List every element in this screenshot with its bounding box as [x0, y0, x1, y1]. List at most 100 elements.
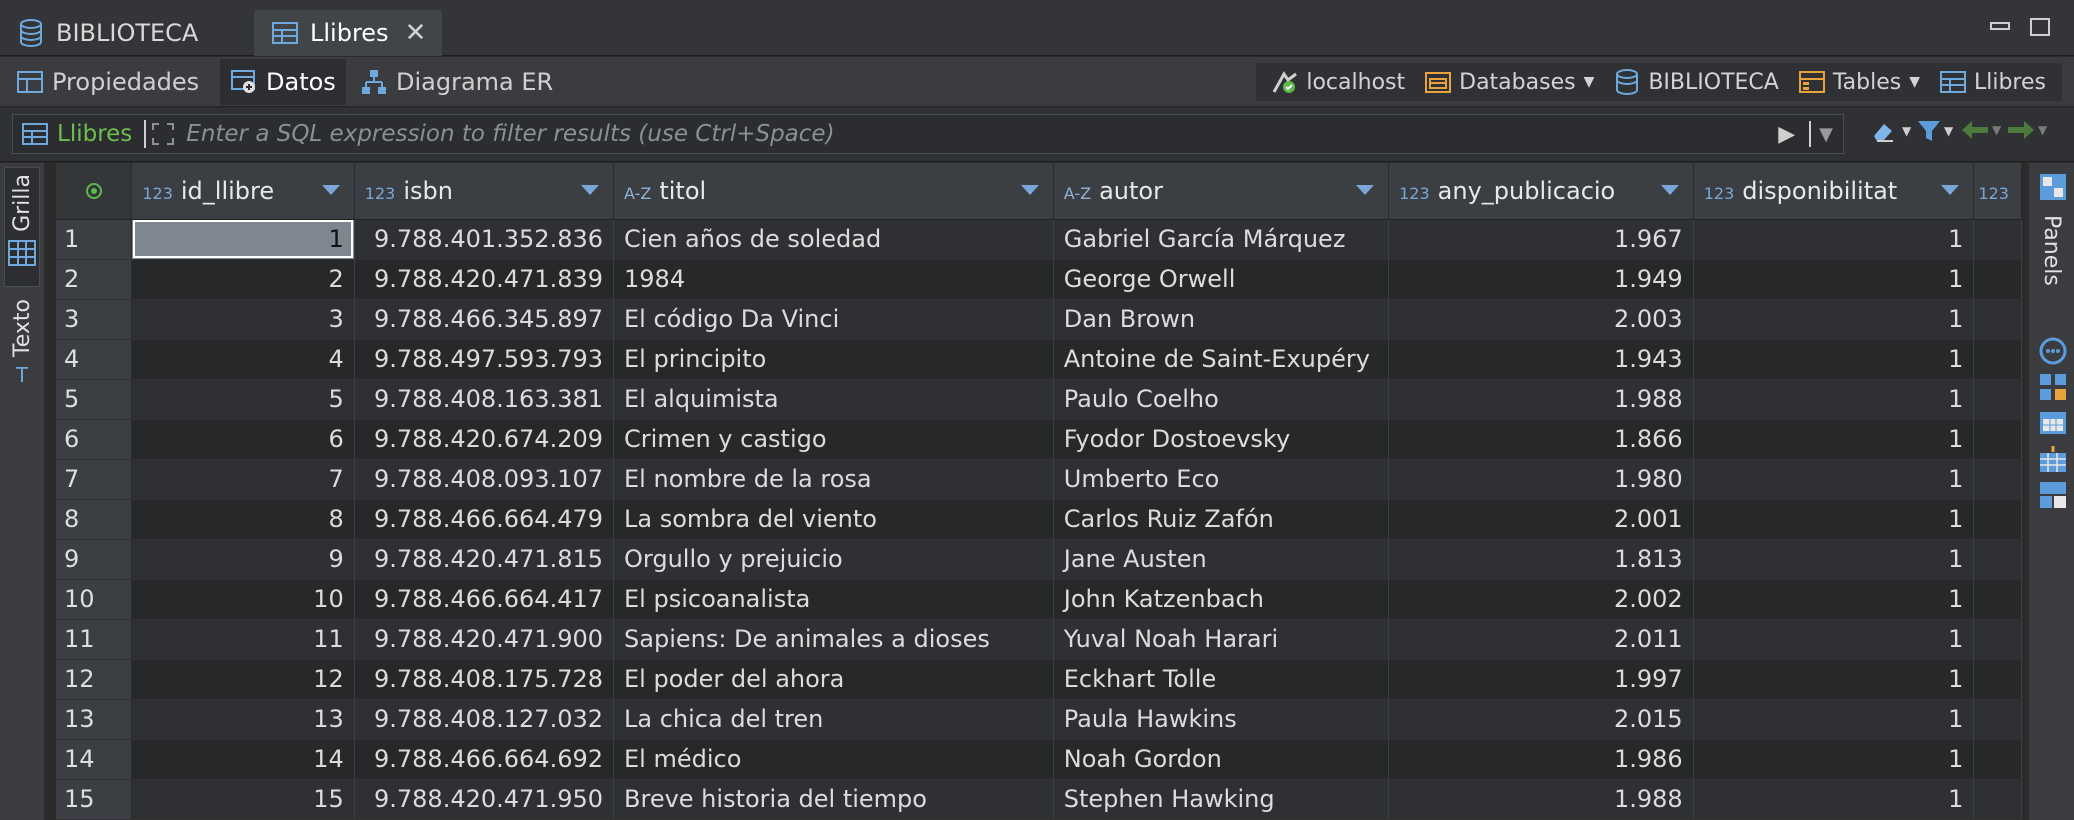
cell-any-publicacio[interactable]: 1.949 — [1388, 259, 1694, 300]
table-row[interactable]: 3 3 9.788.466.345.897 El código Da Vinci Dan… — [56, 299, 2022, 340]
cell-disponibilitat[interactable]: 1 — [1693, 379, 1975, 420]
cell-disponibilitat[interactable]: 1 — [1693, 699, 1975, 740]
cell-autor[interactable]: George Orwell — [1053, 259, 1390, 300]
row-number[interactable]: 7 — [56, 459, 133, 500]
cell-titol[interactable]: El nombre de la rosa — [613, 459, 1054, 500]
cell-id-llibre[interactable]: 9 — [131, 539, 355, 580]
column-header[interactable]: A-Z autor — [1053, 163, 1390, 220]
tab-texto[interactable]: Texto T — [4, 299, 40, 409]
cell-partial[interactable] — [1973, 219, 2022, 260]
table-row[interactable]: 1 1 9.788.401.352.836 Cien años de soledad G… — [56, 219, 2022, 260]
chevron-down-icon[interactable]: ▼ — [1909, 74, 1920, 90]
row-number[interactable]: 3 — [56, 299, 133, 340]
panels-toggle-icon[interactable] — [2039, 173, 2067, 201]
cell-isbn[interactable]: 9.788.420.471.839 — [354, 259, 615, 300]
breadcrumb-databases[interactable]: Databases ▼ — [1425, 69, 1594, 95]
cell-any-publicacio[interactable]: 2.011 — [1388, 619, 1694, 660]
cell-partial[interactable] — [1973, 459, 2022, 500]
cell-autor[interactable]: Eckhart Tolle — [1053, 659, 1390, 700]
column-header[interactable]: 123 isbn — [354, 163, 615, 220]
cell-any-publicacio[interactable]: 1.988 — [1388, 379, 1694, 420]
row-number[interactable]: 11 — [56, 619, 133, 660]
cell-any-publicacio[interactable]: 2.003 — [1388, 299, 1694, 340]
table-row[interactable]: 5 5 9.788.408.163.381 El alquimista Paulo Co… — [56, 379, 2022, 420]
cell-isbn[interactable]: 9.788.466.664.692 — [354, 739, 615, 780]
cell-disponibilitat[interactable]: 1 — [1693, 539, 1975, 580]
table-row[interactable]: 11 11 9.788.420.471.900 Sapiens: De animale… — [56, 619, 2022, 660]
column-header[interactable]: 123 id_llibre — [131, 163, 355, 220]
table-row[interactable]: 14 14 9.788.466.664.692 El médico Noah Gordo… — [56, 739, 2022, 780]
cell-titol[interactable]: El código Da Vinci — [613, 299, 1054, 340]
breadcrumb-biblioteca[interactable]: BIBLIOTECA — [1614, 69, 1779, 95]
cell-disponibilitat[interactable]: 1 — [1693, 739, 1975, 780]
cell-autor[interactable]: Yuval Noah Harari — [1053, 619, 1390, 660]
cell-partial[interactable] — [1973, 419, 2022, 460]
cell-isbn[interactable]: 9.788.497.593.793 — [354, 339, 615, 380]
filter-icon[interactable]: ▼ — [1916, 118, 1953, 144]
sort-arrow-icon[interactable] — [1660, 185, 1679, 195]
references-icon[interactable] — [2039, 481, 2067, 509]
breadcrumb-localhost[interactable]: localhost — [1272, 69, 1405, 95]
cell-titol[interactable]: El médico — [613, 739, 1054, 780]
cell-titol[interactable]: El alquimista — [613, 379, 1054, 420]
cell-disponibilitat[interactable]: 1 — [1693, 259, 1975, 300]
minimize-icon[interactable] — [1990, 22, 2010, 30]
close-icon[interactable]: ✕ — [405, 18, 427, 48]
cell-disponibilitat[interactable]: 1 — [1693, 299, 1975, 340]
cell-id-llibre[interactable]: 4 — [131, 339, 355, 380]
cell-any-publicacio[interactable]: 2.002 — [1388, 579, 1694, 620]
tab-diagrama-er[interactable]: Diagrama ER — [350, 59, 563, 105]
cell-partial[interactable] — [1973, 779, 2022, 820]
cell-isbn[interactable]: 9.788.420.471.900 — [354, 619, 615, 660]
cell-autor[interactable]: Fyodor Dostoevsky — [1053, 419, 1390, 460]
aggregate-icon[interactable] — [2039, 373, 2067, 401]
cell-id-llibre[interactable]: 11 — [131, 619, 355, 660]
column-header[interactable]: 123 disponibilitat — [1693, 163, 1975, 220]
cell-any-publicacio[interactable]: 1.988 — [1388, 779, 1694, 820]
cell-partial[interactable] — [1973, 379, 2022, 420]
cell-titol[interactable]: Orgullo y prejuicio — [613, 539, 1054, 580]
filter-history-dropdown[interactable]: ▼ — [1819, 124, 1833, 145]
table-row[interactable]: 4 4 9.788.497.593.793 El principito Antoine … — [56, 339, 2022, 380]
cell-disponibilitat[interactable]: 1 — [1693, 459, 1975, 500]
cell-isbn[interactable]: 9.788.466.664.479 — [354, 499, 615, 540]
breadcrumb-llibres[interactable]: Llibres — [1939, 69, 2046, 95]
table-row[interactable]: 13 13 9.788.408.127.032 La chica del tren Pa… — [56, 699, 2022, 740]
cell-titol[interactable]: El poder del ahora — [613, 659, 1054, 700]
cell-id-llibre[interactable]: 2 — [131, 259, 355, 300]
cell-autor[interactable]: Noah Gordon — [1053, 739, 1390, 780]
sort-arrow-icon[interactable] — [1941, 185, 1960, 195]
sort-arrow-icon[interactable] — [581, 185, 600, 195]
cell-partial[interactable] — [1973, 299, 2022, 340]
table-row[interactable]: 2 2 9.788.420.471.839 1984 George Orwell 1.94… — [56, 259, 2022, 300]
cell-id-llibre[interactable]: 13 — [131, 699, 355, 740]
tab-llibres[interactable]: Llibres ✕ — [254, 10, 443, 56]
row-number[interactable]: 14 — [56, 739, 133, 780]
row-number[interactable]: 13 — [56, 699, 133, 740]
forward-arrow-icon[interactable]: ▼ — [2006, 118, 2047, 142]
sort-arrow-icon[interactable] — [1356, 185, 1375, 195]
cell-partial[interactable] — [1973, 539, 2022, 580]
select-all-corner[interactable] — [56, 163, 133, 220]
cell-autor[interactable]: Gabriel García Márquez — [1053, 219, 1390, 260]
sort-arrow-icon[interactable] — [321, 185, 340, 195]
cell-autor[interactable]: Stephen Hawking — [1053, 779, 1390, 820]
cell-id-llibre[interactable]: 15 — [131, 779, 355, 820]
cell-autor[interactable]: Paulo Coelho — [1053, 379, 1390, 420]
table-row[interactable]: 10 10 9.788.466.664.417 El psicoanalista Joh… — [56, 579, 2022, 620]
tab-grilla[interactable]: Grilla — [4, 167, 40, 287]
panels-label[interactable]: Panels — [2039, 215, 2064, 286]
cell-partial[interactable] — [1973, 659, 2022, 700]
table-row[interactable]: 7 7 9.788.408.093.107 El nombre de la rosa U… — [56, 459, 2022, 500]
cell-id-llibre[interactable]: 5 — [131, 379, 355, 420]
cell-disponibilitat[interactable]: 1 — [1693, 619, 1975, 660]
cell-disponibilitat[interactable]: 1 — [1693, 579, 1975, 620]
cell-titol[interactable]: La sombra del viento — [613, 499, 1054, 540]
cell-isbn[interactable]: 9.788.420.674.209 — [354, 419, 615, 460]
sort-arrow-icon[interactable] — [1020, 185, 1039, 195]
cell-partial[interactable] — [1973, 619, 2022, 660]
breadcrumb-tables[interactable]: Tables ▼ — [1798, 69, 1920, 95]
cell-disponibilitat[interactable]: 1 — [1693, 499, 1975, 540]
row-number[interactable]: 5 — [56, 379, 133, 420]
tab-datos[interactable]: Datos — [220, 59, 346, 105]
